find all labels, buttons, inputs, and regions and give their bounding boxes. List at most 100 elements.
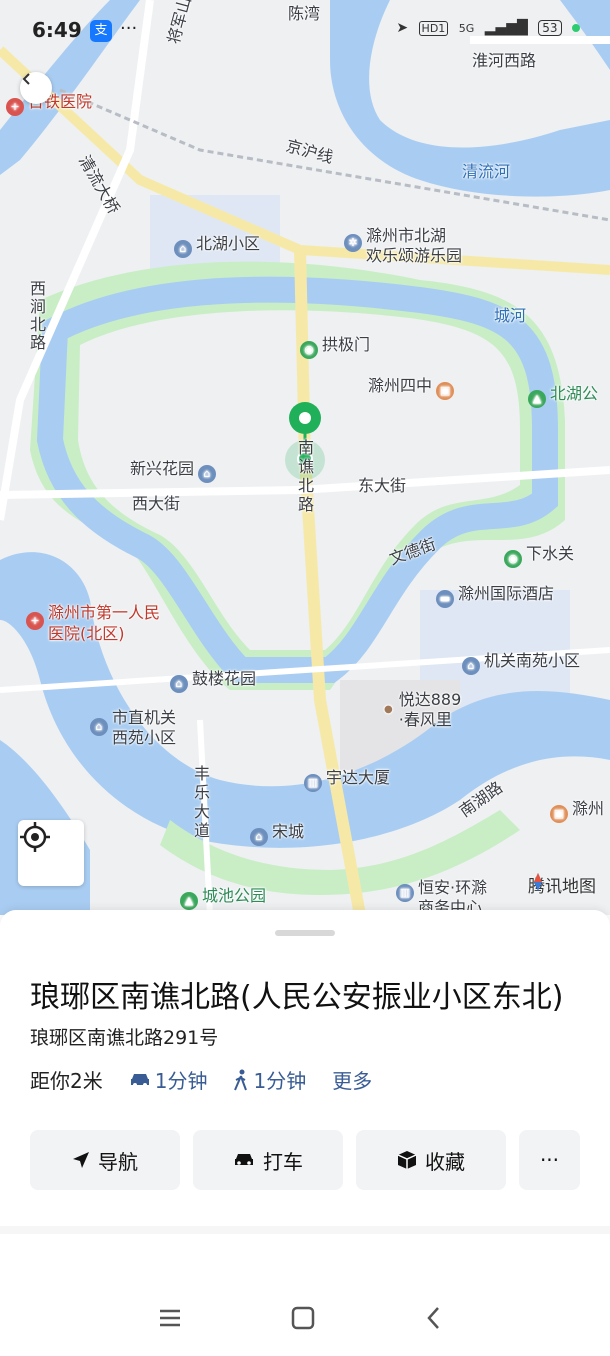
label-text: 拱极门 <box>322 335 371 354</box>
map-label-yueda[interactable]: ● 悦达889 ·春风里 <box>384 690 461 730</box>
walking-icon <box>234 1069 248 1090</box>
more-link[interactable]: 更多 <box>332 1065 372 1094</box>
map-label-chuzhou-no4[interactable]: 滁州四中 ▣ <box>368 372 458 400</box>
place-meta-row: 距你2米 1分钟 1分钟 更多 <box>30 1065 372 1094</box>
map-label-gongjimen[interactable]: ◉ 拱极门 <box>296 331 370 359</box>
label-text: 鼓楼花园 <box>192 669 257 688</box>
favorite-button[interactable]: 收藏 <box>356 1130 506 1190</box>
map-label-songcheng[interactable]: ⌂ 宋城 <box>246 818 304 846</box>
residence-icon: ⌂ <box>174 240 192 258</box>
label-text-wrap: 滁州市第一人民 医院(北区) <box>48 602 160 644</box>
place-title: 琅琊区南谯北路(人民公安振业小区东北) <box>30 980 564 1015</box>
label-line-1: 悦达889 <box>398 690 462 709</box>
map-label-gulou-garden[interactable]: ⌂ 鼓楼花园 <box>166 665 256 693</box>
map-label-city-moat: 城河 <box>494 306 527 325</box>
compass-logo-icon <box>534 873 542 891</box>
map-view[interactable]: + 台铁医院 陈湾 淮河西路 将军山路 京沪线 清流河 清流大桥 ⌂ 北湖小区 ✲ 滁… <box>0 0 610 915</box>
label-line-2: 医院(北区) <box>48 624 125 643</box>
more-notifications-icon: ··· <box>120 18 138 39</box>
tencent-map-logo: 腾讯地图 <box>528 872 596 897</box>
building-icon: ▥ <box>396 884 414 902</box>
label-line-1: 恒安·环滁 <box>418 878 488 897</box>
navigate-button[interactable]: 导航 <box>30 1130 180 1190</box>
more-actions-icon: ··· <box>539 1148 560 1172</box>
school-icon: ▣ <box>436 382 455 400</box>
label-text: 下水关 <box>526 544 575 563</box>
square-icon <box>291 1306 315 1330</box>
residence-icon: ⌂ <box>250 828 268 846</box>
map-label-yuda-tower[interactable]: ▥ 宇达大厦 <box>300 764 390 792</box>
residence-icon: ⌂ <box>170 675 188 693</box>
chevron-left-icon <box>22 73 30 85</box>
amusement-icon: ✲ <box>344 234 362 252</box>
hd-badge: HD1 <box>418 21 449 36</box>
sheet-drag-handle[interactable] <box>275 930 335 936</box>
label-text: 城池公园 <box>202 886 267 905</box>
walk-time[interactable]: 1分钟 <box>233 1065 306 1094</box>
residence-icon: ⌂ <box>90 718 108 736</box>
network-type: 5G <box>458 22 475 35</box>
scenic-icon: ◉ <box>504 550 522 568</box>
mall-icon: ● <box>384 704 393 715</box>
map-label-beihu-park[interactable]: ▲ 北湖公 <box>524 380 598 408</box>
label-text-wrap: 滁州市北湖 欢乐颂游乐园 <box>366 226 462 266</box>
more-actions-button[interactable]: ··· <box>519 1130 580 1190</box>
action-buttons: 导航 打车 收藏 ··· <box>30 1130 580 1190</box>
drive-time[interactable]: 1分钟 <box>129 1065 207 1094</box>
map-label-chengchi-park[interactable]: ▲ 城池公园 <box>176 882 266 910</box>
label-text-wrap: 市直机关 西苑小区 <box>112 708 176 748</box>
label-text: 新兴花园 <box>130 459 195 478</box>
back-button[interactable] <box>20 72 52 104</box>
map-label-shizhi[interactable]: ⌂ 市直机关 西苑小区 <box>86 708 176 748</box>
menu-icon <box>160 1309 180 1327</box>
map-label-xiashuiguan[interactable]: ◉ 下水关 <box>500 540 574 568</box>
hotel-icon: ▬ <box>436 590 454 608</box>
home-button[interactable] <box>283 1298 323 1338</box>
distance-text: 距你2米 <box>30 1069 103 1093</box>
active-dot-icon <box>572 24 580 32</box>
divider <box>0 1226 610 1234</box>
battery-level: 53 <box>538 20 562 36</box>
label-text: 机关南苑小区 <box>484 651 581 670</box>
hospital-icon: + <box>26 612 44 630</box>
map-label-intl-hotel[interactable]: ▬ 滁州国际酒店 <box>432 580 554 608</box>
map-label-beihu-park-ride[interactable]: ✲ 滁州市北湖 欢乐颂游乐园 <box>340 226 462 266</box>
signal-icon: ▂▄▆█ <box>484 20 528 36</box>
map-label-first-hospital[interactable]: + 滁州市第一人民 医院(北区) <box>22 602 160 644</box>
scenic-icon: ◉ <box>300 341 318 359</box>
pin-dot <box>299 412 311 424</box>
school-icon: ▣ <box>550 805 568 823</box>
favorite-label: 收藏 <box>425 1149 465 1174</box>
park-icon: ▲ <box>528 390 546 408</box>
chevron-left-icon <box>427 1307 439 1329</box>
alipay-icon: 支 <box>90 20 112 42</box>
label-text: 滁州国际酒店 <box>458 584 555 603</box>
label-text-wrap: 悦达889 ·春风里 <box>399 690 462 730</box>
status-icons: ➤ HD1 5G ▂▄▆█ 53 <box>390 20 580 36</box>
label-line-2: ·春风里 <box>398 710 452 729</box>
recent-apps-button[interactable] <box>150 1298 190 1338</box>
taxi-button[interactable]: 打车 <box>193 1130 343 1190</box>
map-label-west-street: 西大街 <box>132 494 181 513</box>
location-arrow-icon: ➤ <box>396 20 409 36</box>
residence-icon: ⌂ <box>198 465 217 483</box>
label-text: 宋城 <box>272 822 305 841</box>
label-line-2: 西苑小区 <box>112 728 177 747</box>
label-text: 滁州四中 <box>368 376 433 395</box>
map-label-fengle-road: 丰乐大道 <box>194 764 211 840</box>
residence-icon: ⌂ <box>462 657 480 675</box>
map-label-xinxing-garden[interactable]: 新兴花园 ⌂ <box>130 455 220 483</box>
map-label-chuzhou-right[interactable]: ▣ 滁州 <box>546 795 604 823</box>
place-address: 琅琊区南谯北路291号 <box>30 1027 219 1049</box>
car-icon <box>130 1073 149 1087</box>
status-bar: 6:49 支 ··· ➤ HD1 5G ▂▄▆█ 53 <box>0 0 610 62</box>
map-label-beihu-xiaoqu[interactable]: ⌂ 北湖小区 <box>170 230 260 258</box>
label-line-2: 欢乐颂游乐园 <box>366 246 463 265</box>
map-label-qingliu-river: 清流河 <box>462 162 511 181</box>
map-label-jiguan-nanyuan[interactable]: ⌂ 机关南苑小区 <box>458 647 580 675</box>
building-icon: ▥ <box>304 774 322 792</box>
hospital-icon: + <box>6 98 24 116</box>
system-back-button[interactable] <box>414 1298 454 1338</box>
label-text: 北湖公 <box>550 384 599 403</box>
locate-me-button[interactable] <box>18 820 84 886</box>
